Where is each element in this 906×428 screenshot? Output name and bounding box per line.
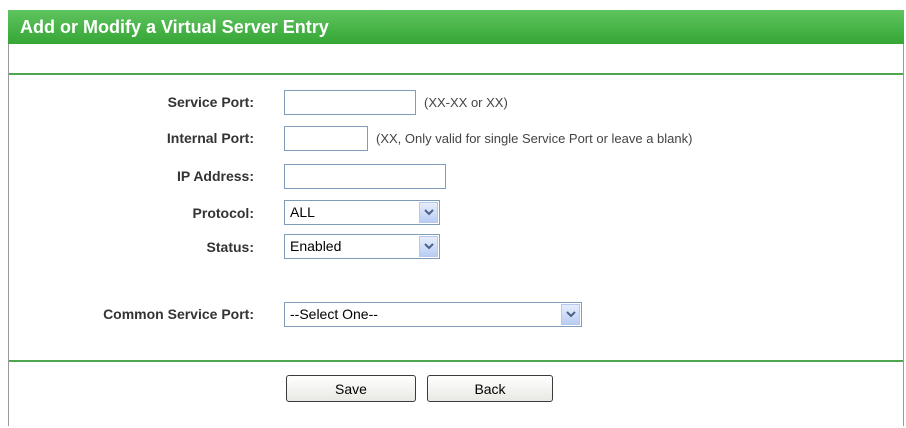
status-selected-value: Enabled — [290, 238, 342, 254]
divider-top — [9, 73, 903, 75]
internal-port-label: Internal Port: — [166, 130, 254, 146]
protocol-selected-value: ALL — [290, 204, 315, 220]
chevron-down-icon[interactable] — [419, 202, 438, 223]
divider-bottom — [9, 360, 903, 362]
common-service-port-label: Common Service Port: — [103, 306, 254, 322]
chevron-down-icon[interactable] — [561, 304, 580, 325]
chevron-down-icon[interactable] — [419, 236, 438, 257]
service-port-hint: (XX-XX or XX) — [424, 95, 508, 110]
page-title: Add or Modify a Virtual Server Entry — [8, 10, 904, 44]
protocol-label: Protocol: — [192, 205, 254, 221]
save-button[interactable]: Save — [286, 375, 416, 402]
common-service-port-selected-value: --Select One-- — [290, 306, 378, 322]
ip-address-input[interactable] — [284, 164, 446, 189]
back-button[interactable]: Back — [427, 375, 553, 402]
internal-port-input[interactable] — [284, 126, 368, 151]
common-service-port-select[interactable]: --Select One-- — [284, 302, 582, 327]
ip-address-label: IP Address: — [176, 168, 254, 184]
service-port-label: Service Port: — [167, 94, 254, 110]
service-port-input[interactable] — [284, 90, 416, 115]
internal-port-hint: (XX, Only valid for single Service Port … — [376, 131, 693, 146]
status-select[interactable]: Enabled — [284, 234, 440, 259]
status-label: Status: — [206, 239, 254, 255]
protocol-select[interactable]: ALL — [284, 200, 440, 225]
